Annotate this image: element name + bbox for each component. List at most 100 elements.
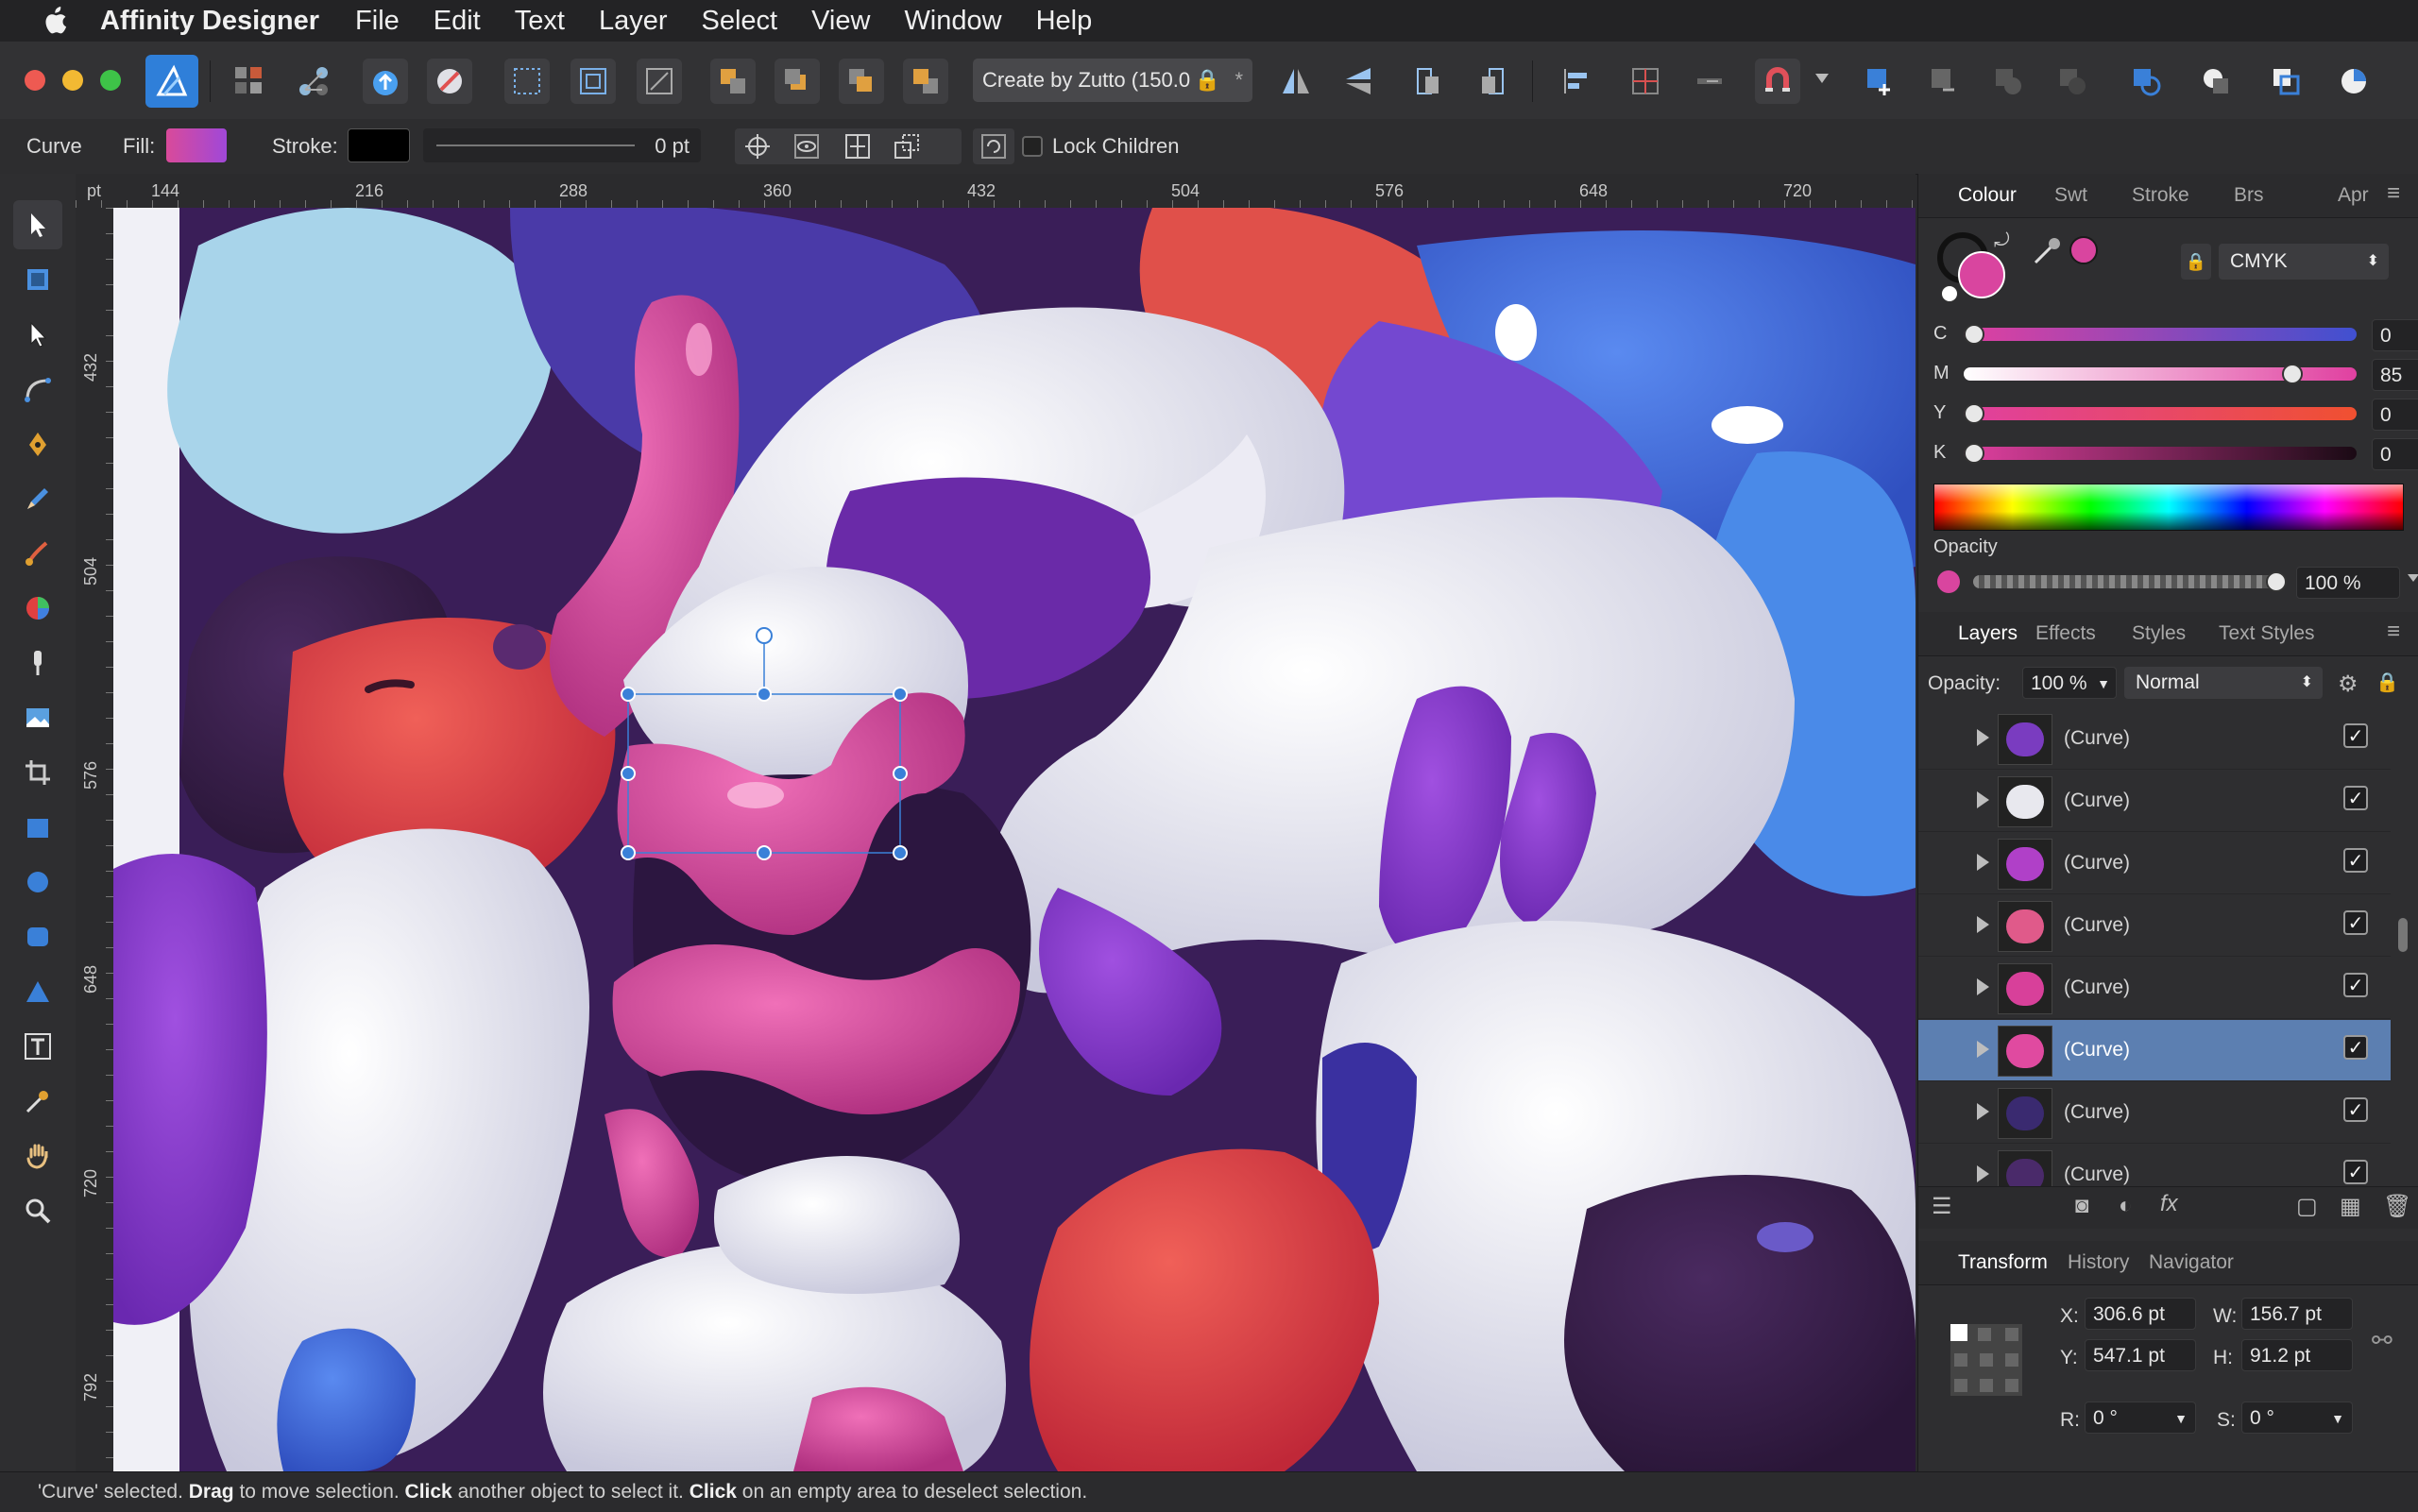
export-persona-icon[interactable] [291, 59, 336, 104]
fill-swatch[interactable] [166, 128, 227, 162]
geometry-icon[interactable] [894, 133, 920, 160]
tab-swatches[interactable]: Swt [2054, 184, 2087, 207]
tab-transform[interactable]: Transform [1958, 1251, 2048, 1274]
slider-knob[interactable] [1964, 324, 1984, 345]
boolean-add-icon[interactable] [1985, 59, 2031, 104]
opacity-dropdown-icon[interactable] [2408, 574, 2418, 582]
cyan-value-field[interactable]: 0 [2372, 319, 2418, 351]
tab-navigator[interactable]: Navigator [2149, 1251, 2234, 1274]
zoom-window-button[interactable] [100, 70, 121, 91]
expand-triangle-icon[interactable] [1977, 978, 1989, 995]
y-field[interactable]: 547.1 pt [2085, 1339, 2196, 1371]
tab-text-styles[interactable]: Text Styles [2219, 622, 2315, 645]
pixel-persona-icon[interactable] [227, 59, 272, 104]
rotate-left-icon[interactable] [1405, 59, 1451, 104]
move-tool-icon[interactable] [13, 200, 62, 249]
boolean-xor-icon[interactable] [2193, 59, 2239, 104]
rounded-rectangle-tool-icon[interactable] [13, 912, 62, 961]
menu-file[interactable]: File [355, 6, 400, 37]
mask-icon[interactable]: ◙ [2075, 1193, 2089, 1219]
selection-handle[interactable] [893, 766, 908, 781]
colour-spectrum[interactable] [1933, 484, 2404, 531]
menu-view[interactable]: View [811, 6, 870, 37]
layer-row[interactable]: (Curve) ✓ [1918, 771, 2391, 832]
yellow-slider[interactable] [1964, 403, 2357, 424]
arrange-backward-icon[interactable] [775, 59, 820, 104]
menu-window[interactable]: Window [904, 6, 1001, 37]
layer-row[interactable]: (Curve) ✓ [1918, 1082, 2391, 1144]
pencil-tool-icon[interactable] [13, 474, 62, 523]
pen-tool-icon[interactable] [13, 419, 62, 468]
close-window-button[interactable] [25, 70, 45, 91]
node-tool-icon[interactable] [13, 310, 62, 359]
expand-triangle-icon[interactable] [1977, 1165, 1989, 1182]
insert-inside-icon[interactable] [1857, 59, 1902, 104]
black-value-field[interactable]: 0 [2372, 438, 2418, 470]
link-icon[interactable]: ⚯ [2372, 1326, 2392, 1355]
selection-handle[interactable] [621, 766, 636, 781]
opacity-slider[interactable] [1973, 571, 2287, 592]
yellow-value-field[interactable]: 0 [2372, 399, 2418, 431]
reset-selection-button[interactable] [973, 128, 1014, 164]
expand-triangle-icon[interactable] [1977, 1041, 1989, 1058]
rotate-right-icon[interactable] [1470, 59, 1515, 104]
expand-triangle-icon[interactable] [1977, 729, 1989, 746]
insert-behind-icon[interactable] [1921, 59, 1967, 104]
flip-horizontal-icon[interactable] [1273, 59, 1319, 104]
layer-visibility-checkbox[interactable]: ✓ [2343, 973, 2368, 997]
magenta-value-field[interactable]: 85 [2372, 359, 2418, 391]
layer-visibility-checkbox[interactable]: ✓ [2343, 910, 2368, 935]
menu-select[interactable]: Select [701, 6, 777, 37]
triangle-tool-icon[interactable] [13, 967, 62, 1016]
selection-handle[interactable] [757, 687, 772, 702]
layer-row[interactable]: (Curve) ✓ [1918, 895, 2391, 957]
menu-help[interactable]: Help [1036, 6, 1093, 37]
view-mode-icon[interactable] [570, 59, 616, 104]
slider-knob[interactable] [1964, 443, 1984, 464]
rotation-field[interactable]: 0 ° ▼ [2085, 1402, 2196, 1434]
arrange-back-icon[interactable] [710, 59, 756, 104]
crop-tool-icon[interactable] [13, 748, 62, 797]
add-layer-icon[interactable]: ▢ [2296, 1193, 2318, 1220]
h-field[interactable]: 91.2 pt [2241, 1339, 2353, 1371]
cyan-slider[interactable] [1964, 324, 2357, 345]
transform-mode-icon[interactable] [637, 59, 682, 104]
layers-scrollbar[interactable] [2398, 918, 2408, 952]
eyedropper-icon[interactable] [2032, 234, 2064, 271]
artboard-tool-icon[interactable] [13, 255, 62, 304]
tab-styles[interactable]: Styles [2132, 622, 2186, 645]
magnet-icon[interactable] [1755, 59, 1800, 104]
tab-brushes[interactable]: Brs [2234, 184, 2264, 207]
snapping-dropdown-icon[interactable] [1815, 74, 1829, 83]
magenta-slider[interactable] [1964, 364, 2357, 384]
lock-icon[interactable]: 🔒 [2181, 244, 2211, 280]
tab-effects[interactable]: Effects [2035, 622, 2096, 645]
fill-colour-well[interactable] [1958, 251, 2005, 298]
artistic-text-tool-icon[interactable] [13, 1022, 62, 1071]
layer-visibility-checkbox[interactable]: ✓ [2343, 723, 2368, 748]
delete-layer-icon[interactable]: 🗑 [2383, 1193, 2411, 1220]
arrange-front-icon[interactable] [903, 59, 948, 104]
expand-triangle-icon[interactable] [1977, 791, 1989, 808]
layer-row[interactable]: (Curve) ✓ [1918, 958, 2391, 1019]
black-slider[interactable] [1964, 443, 2357, 464]
tab-stroke[interactable]: Stroke [2132, 184, 2189, 207]
panel-menu-icon[interactable]: ≡ [2387, 619, 2400, 645]
snapping-grid-icon[interactable] [504, 59, 550, 104]
ellipse-tool-icon[interactable] [13, 858, 62, 907]
layer-visibility-checkbox[interactable]: ✓ [2343, 848, 2368, 873]
selection-handle[interactable] [621, 845, 636, 860]
layer-row[interactable]: (Curve) ✓ [1918, 708, 2391, 770]
fx-icon[interactable]: fx [2160, 1191, 2178, 1217]
swap-colours-icon[interactable]: ⤾ [1994, 230, 2010, 252]
layers-list[interactable]: (Curve) ✓ (Curve) ✓ (Curve) ✓ (Curve) ✓ (Curve) ✓… [1918, 708, 2391, 1186]
tab-colour[interactable]: Colour [1958, 184, 2017, 207]
layer-visibility-checkbox[interactable]: ✓ [2343, 786, 2368, 810]
minimize-window-button[interactable] [62, 70, 83, 91]
tab-history[interactable]: History [2068, 1251, 2129, 1274]
slider-knob[interactable] [1964, 403, 1984, 424]
layer-visibility-checkbox[interactable]: ✓ [2343, 1035, 2368, 1060]
selection-handle[interactable] [893, 845, 908, 860]
no-colour-icon[interactable] [1941, 285, 1958, 302]
snapping-icon[interactable] [1623, 59, 1668, 104]
